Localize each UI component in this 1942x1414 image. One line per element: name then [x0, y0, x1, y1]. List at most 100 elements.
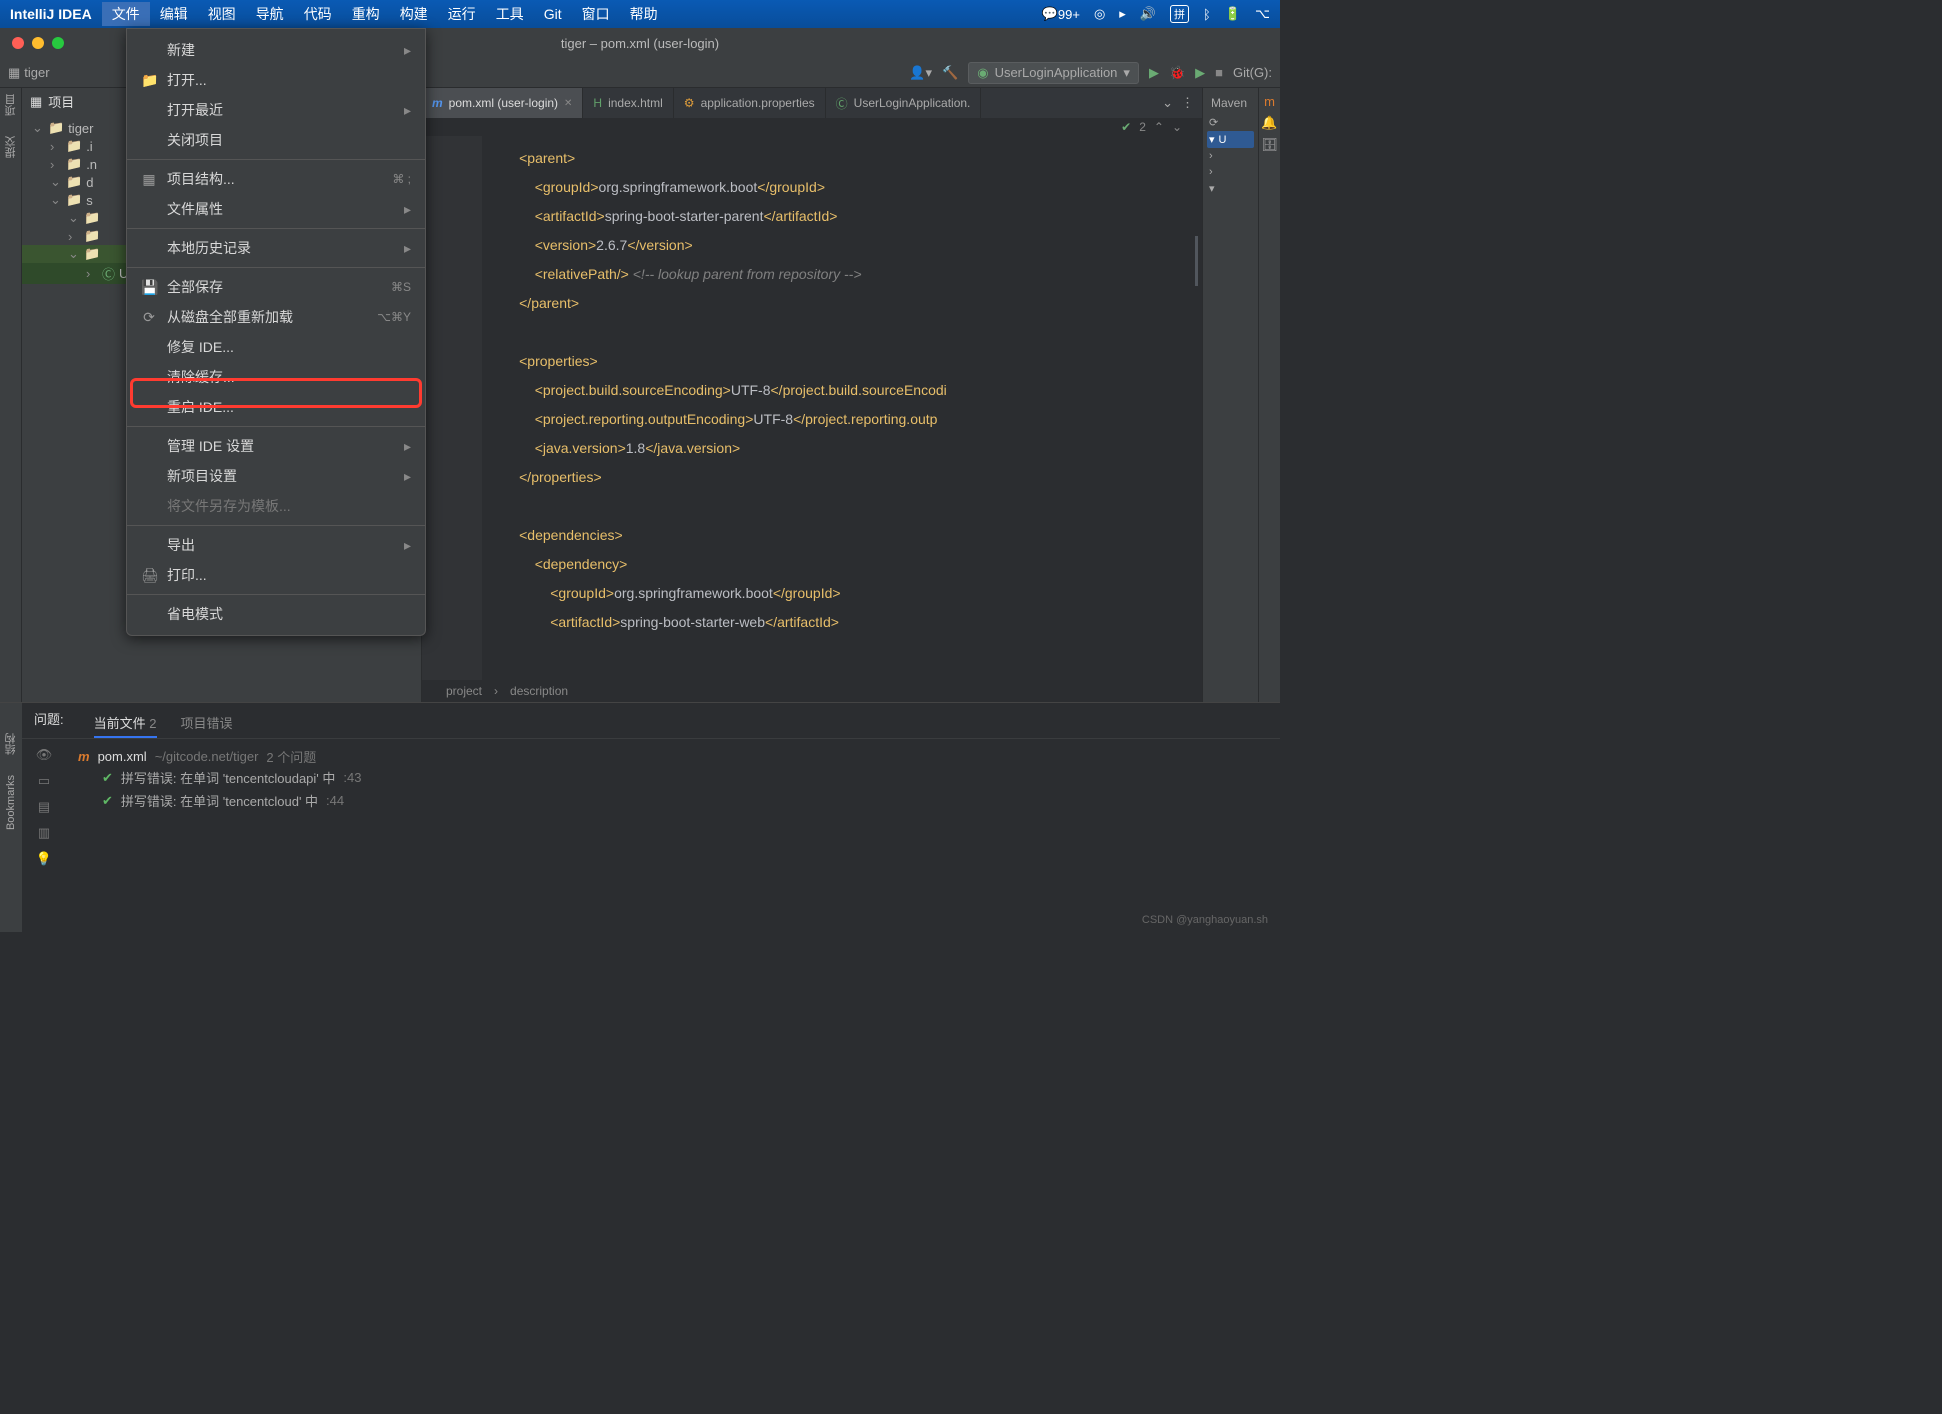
build-icon[interactable]: 🔨	[942, 65, 958, 81]
close-tab-icon[interactable]: ✕	[564, 98, 572, 109]
debug-button[interactable]: 🐞	[1169, 65, 1185, 81]
battery-icon[interactable]: 🔋	[1225, 6, 1241, 22]
inspect-icon[interactable]: 👁	[36, 747, 53, 763]
editor-tab[interactable]: ⚙application.properties	[674, 88, 826, 118]
tabs-more-icon[interactable]: ⋮	[1181, 95, 1194, 111]
expand-icon[interactable]: ▤	[38, 799, 50, 815]
watermark: CSDN @yanghaoyuan.sh	[1142, 914, 1268, 926]
menubar-item[interactable]: 代码	[294, 2, 342, 26]
run-config-combo[interactable]: ◉ UserLoginApplication ▾	[968, 62, 1139, 84]
menu-item[interactable]: 清除缓存...	[127, 362, 425, 392]
left-stripe-project[interactable]: 项目	[3, 94, 19, 116]
fullscreen-window-button[interactable]	[52, 37, 64, 49]
close-window-button[interactable]	[12, 37, 24, 49]
maven-node[interactable]: ›	[1207, 148, 1254, 164]
filter-icon[interactable]: ▭	[38, 773, 50, 789]
play-icon[interactable]: ▸	[1119, 6, 1126, 22]
inspection-warning-count[interactable]: 2	[1139, 120, 1146, 134]
notifications-icon[interactable]: 🔔	[1261, 115, 1277, 131]
code-editor[interactable]: <parent> <groupId>org.springframework.bo…	[482, 136, 1202, 680]
minimize-window-button[interactable]	[32, 37, 44, 49]
run-button[interactable]: ▶	[1149, 65, 1159, 81]
menu-item[interactable]: 🖨打印...	[127, 560, 425, 590]
folder-icon: 📁	[84, 210, 100, 226]
menu-separator	[127, 228, 425, 229]
wechat-icon[interactable]: 💬 99+	[1042, 6, 1080, 22]
menubar-item[interactable]: 视图	[198, 2, 246, 26]
coverage-button[interactable]: ▶	[1195, 65, 1205, 81]
menu-item[interactable]: 导出▸	[127, 530, 425, 560]
left-stripe-commit[interactable]: 提交	[3, 136, 19, 158]
menubar-item[interactable]: 文件	[102, 2, 150, 26]
collapse-icon[interactable]: ▥	[38, 825, 50, 841]
user-icon[interactable]: 👤▾	[909, 65, 932, 81]
menubar-item[interactable]: Git	[534, 2, 572, 26]
menubar-item[interactable]: 编辑	[150, 2, 198, 26]
menu-item[interactable]: ⟳从磁盘全部重新加载⌥⌘Y	[127, 302, 425, 332]
menubar-item[interactable]: 运行	[438, 2, 486, 26]
breadcrumb-item[interactable]: description	[510, 684, 568, 698]
window-controls[interactable]	[0, 37, 64, 49]
menu-item[interactable]: 省电模式	[127, 599, 425, 629]
editor-tab[interactable]: ⒸUserLoginApplication.	[826, 88, 982, 118]
bottom-stripe-bookmarks[interactable]: Bookmarks	[5, 775, 17, 830]
ime-icon[interactable]: 拼	[1170, 5, 1189, 23]
problems-tab-current-file[interactable]: 当前文件 2	[94, 709, 157, 738]
menu-item[interactable]: 💾全部保存⌘S	[127, 272, 425, 302]
inspection-ok-icon[interactable]: ✔	[1121, 120, 1131, 134]
problem-item[interactable]: ✔拼写错误: 在单词 'tencentcloudapi' 中 :43	[78, 766, 1268, 789]
editor-tab[interactable]: Hindex.html	[583, 88, 673, 118]
menubar-item[interactable]: 重构	[342, 2, 390, 26]
bluetooth-icon[interactable]: ᛒ	[1203, 7, 1211, 22]
menubar-item[interactable]: 窗口	[572, 2, 620, 26]
issue-location: :43	[343, 770, 361, 785]
control-center-icon[interactable]: ⌥	[1255, 6, 1270, 22]
menu-item[interactable]: 管理 IDE 设置▸	[127, 431, 425, 461]
maven-node[interactable]: ›	[1207, 164, 1254, 180]
maven-stripe-icon[interactable]: m	[1264, 94, 1275, 109]
tab-label: index.html	[608, 96, 663, 110]
menubar-item[interactable]: 工具	[486, 2, 534, 26]
menu-item[interactable]: 本地历史记录▸	[127, 233, 425, 263]
breadcrumb-item[interactable]: project	[446, 684, 482, 698]
problems-tab-project-errors[interactable]: 项目错误	[181, 709, 233, 738]
menu-item[interactable]: 重启 IDE...	[127, 392, 425, 422]
refresh-icon[interactable]: ⟳	[1209, 116, 1218, 129]
bulb-icon[interactable]: 💡	[36, 851, 52, 867]
database-icon[interactable]: 🗄	[1261, 137, 1278, 153]
problems-file-name: pom.xml	[98, 749, 147, 764]
problem-item[interactable]: ✔拼写错误: 在单词 'tencentcloud' 中 :44	[78, 789, 1268, 812]
tabs-dropdown-icon[interactable]: ⌄	[1162, 95, 1173, 111]
scroll-up-icon[interactable]: ⌃	[1154, 120, 1164, 134]
menu-item[interactable]: 新建▸	[127, 35, 425, 65]
menu-item-label: 从磁盘全部重新加载	[167, 307, 367, 327]
menubar-item[interactable]: 构建	[390, 2, 438, 26]
problems-file-row[interactable]: m pom.xml ~/gitcode.net/tiger 2 个问题	[78, 747, 1268, 766]
menu-item[interactable]: 修复 IDE...	[127, 332, 425, 362]
menu-item[interactable]: ▦项目结构...⌘ ;	[127, 164, 425, 194]
record-icon[interactable]: ◎	[1094, 6, 1105, 22]
menu-item[interactable]: 新项目设置▸	[127, 461, 425, 491]
maven-node[interactable]: ▾	[1207, 180, 1254, 197]
maven-tw-title: Maven	[1207, 92, 1254, 114]
volume-icon[interactable]: 🔊	[1140, 6, 1156, 22]
menu-item[interactable]: 打开最近▸	[127, 95, 425, 125]
check-icon: ✔	[102, 770, 113, 786]
folder-icon: 📁	[66, 138, 82, 154]
bottom-stripe-structure[interactable]: 结构	[3, 733, 19, 755]
save-icon: 💾	[141, 279, 157, 296]
folder-icon: 📁	[48, 120, 64, 136]
menubar-item[interactable]: 帮助	[620, 2, 668, 26]
breadcrumb-root[interactable]: tiger	[24, 65, 49, 80]
menu-item[interactable]: 文件属性▸	[127, 194, 425, 224]
scroll-down-icon[interactable]: ⌄	[1172, 120, 1182, 134]
menu-item-label: 打开最近	[167, 100, 394, 120]
menubar-item[interactable]: 导航	[246, 2, 294, 26]
menu-item[interactable]: 关闭项目	[127, 125, 425, 155]
maven-root[interactable]: ▾ U	[1207, 131, 1254, 148]
editor-tab[interactable]: mpom.xml (user-login)✕	[422, 88, 583, 118]
stop-button[interactable]: ■	[1215, 65, 1223, 80]
menu-item[interactable]: 📁打开...	[127, 65, 425, 95]
print-icon: 🖨	[141, 567, 157, 584]
menu-item-label: 项目结构...	[167, 169, 382, 189]
